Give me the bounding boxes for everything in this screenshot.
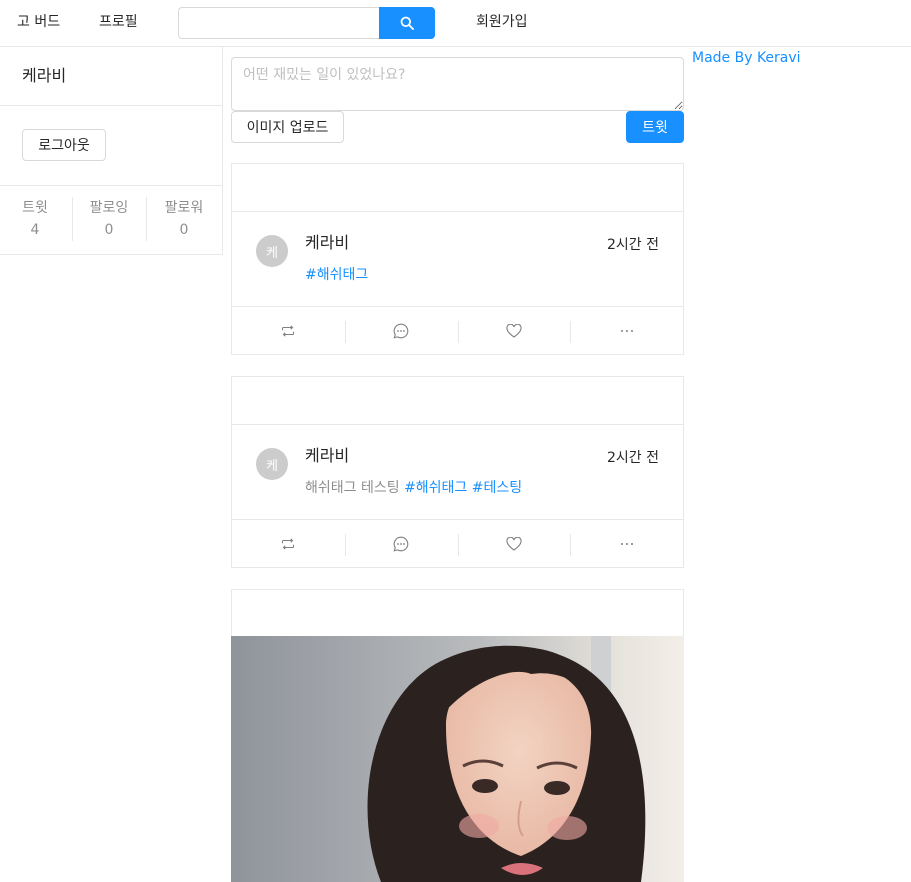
post-actions — [232, 519, 683, 567]
post-card-header — [232, 377, 683, 425]
post-card-header — [232, 164, 683, 212]
top-nav: 고 버드 프로필 회원가입 — [0, 0, 911, 47]
hashtag-link[interactable]: #테스팅 — [472, 480, 522, 496]
retweet-button[interactable] — [232, 307, 345, 354]
comment-icon — [393, 323, 409, 338]
stat-followers: 팔로워 0 — [147, 199, 221, 239]
like-button[interactable] — [457, 520, 571, 567]
avatar[interactable]: 케 — [256, 448, 288, 480]
hashtag-link[interactable]: #해쉬태그 — [404, 480, 467, 496]
post-author: 케라비 — [305, 446, 350, 465]
post-card: 케 케라비 2시간 전 해쉬태그 테스팅 #해쉬태그 #테스팅 — [231, 376, 684, 568]
divider — [0, 105, 222, 106]
post-author: 케라비 — [305, 233, 350, 252]
profile-name: 케라비 — [22, 66, 67, 85]
post-card-body: 케 케라비 2시간 전 해쉬태그 테스팅 #해쉬태그 #테스팅 — [232, 425, 683, 519]
made-by-link[interactable]: Made By Keravi — [692, 50, 801, 66]
portrait-photo — [231, 636, 684, 882]
retweet-button[interactable] — [232, 520, 345, 567]
search-button[interactable] — [379, 7, 435, 39]
comment-button[interactable] — [344, 307, 458, 354]
avatar[interactable]: 케 — [256, 235, 288, 267]
nav-home-link[interactable]: 고 버드 — [17, 14, 60, 30]
comment-icon — [393, 536, 409, 551]
search-box — [178, 7, 435, 39]
post-content: 해쉬태그 테스팅 #해쉬태그 #테스팅 — [305, 479, 522, 497]
hashtag-link[interactable]: #해쉬태그 — [305, 267, 368, 283]
divider — [0, 185, 222, 186]
image-upload-button[interactable]: 이미지 업로드 — [231, 111, 344, 143]
search-input[interactable] — [178, 7, 380, 39]
more-button[interactable] — [570, 307, 683, 354]
post-text: 해쉬태그 테스팅 — [305, 480, 405, 496]
post-card: 케 케라비 2시간 전 #해쉬태그 — [231, 163, 684, 355]
stat-value: 0 — [104, 222, 114, 238]
ellipsis-icon — [620, 542, 633, 545]
post-content: #해쉬태그 — [305, 266, 368, 284]
stat-value: 4 — [30, 222, 40, 238]
tweet-submit-button[interactable]: 트윗 — [626, 111, 684, 143]
tweet-compose-textarea[interactable] — [231, 57, 684, 111]
more-button[interactable] — [570, 520, 683, 567]
post-image[interactable] — [231, 636, 684, 882]
heart-icon — [506, 323, 522, 338]
nav-signup-link[interactable]: 회원가입 — [476, 14, 528, 30]
profile-card: 케라비 로그아웃 트윗 4 팔로잉 0 팔로워 0 — [0, 47, 223, 255]
post-card-body: 케 케라비 2시간 전 #해쉬태그 — [232, 212, 683, 306]
stat-value: 0 — [179, 222, 189, 238]
search-icon — [400, 16, 414, 30]
stat-following: 팔로잉 0 — [72, 199, 146, 239]
stat-label: 팔로워 — [164, 200, 204, 216]
stat-label: 트윗 — [22, 200, 48, 216]
like-button[interactable] — [457, 307, 571, 354]
logout-button[interactable]: 로그아웃 — [22, 129, 106, 161]
heart-icon — [506, 536, 522, 551]
stat-tweets: 트윗 4 — [0, 199, 72, 239]
post-card-header — [232, 590, 683, 636]
post-time: 2시간 전 — [607, 450, 659, 466]
ellipsis-icon — [620, 329, 633, 332]
retweet-icon — [282, 537, 295, 550]
stat-label: 팔로잉 — [89, 200, 129, 216]
post-time: 2시간 전 — [607, 237, 659, 253]
comment-button[interactable] — [344, 520, 458, 567]
nav-profile-link[interactable]: 프로필 — [99, 14, 138, 30]
retweet-icon — [282, 324, 295, 337]
post-actions — [232, 306, 683, 354]
